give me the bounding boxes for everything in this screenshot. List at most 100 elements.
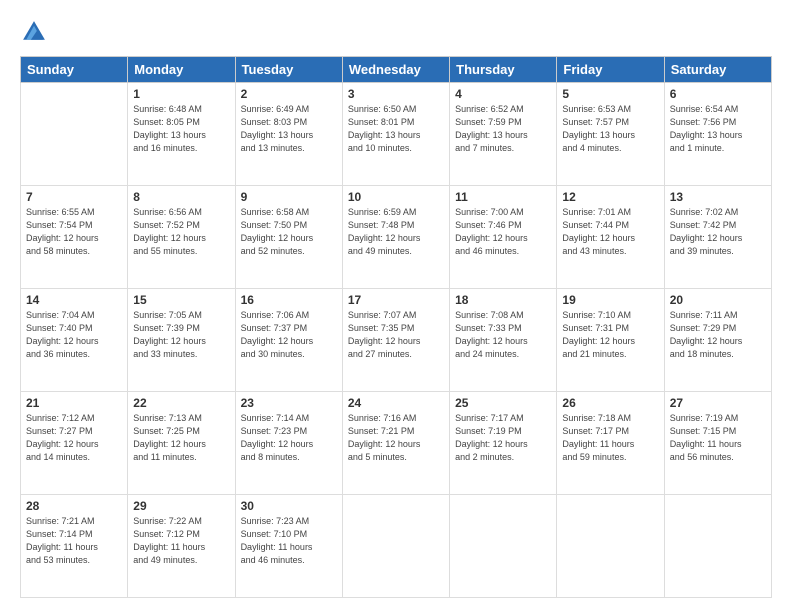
- calendar-cell: 9 Sunrise: 6:58 AM Sunset: 7:50 PM Daylig…: [235, 186, 342, 289]
- day-info: Sunrise: 6:49 AM Sunset: 8:03 PM Dayligh…: [241, 103, 337, 155]
- day-info: Sunrise: 7:06 AM Sunset: 7:37 PM Dayligh…: [241, 309, 337, 361]
- weekday-header-thursday: Thursday: [450, 57, 557, 83]
- day-number: 30: [241, 499, 337, 513]
- weekday-header-monday: Monday: [128, 57, 235, 83]
- day-info: Sunrise: 6:58 AM Sunset: 7:50 PM Dayligh…: [241, 206, 337, 258]
- day-info: Sunrise: 7:02 AM Sunset: 7:42 PM Dayligh…: [670, 206, 766, 258]
- calendar-cell: 2 Sunrise: 6:49 AM Sunset: 8:03 PM Daylig…: [235, 83, 342, 186]
- day-number: 16: [241, 293, 337, 307]
- calendar-cell: 24 Sunrise: 7:16 AM Sunset: 7:21 PM Dayli…: [342, 392, 449, 495]
- weekday-header-tuesday: Tuesday: [235, 57, 342, 83]
- calendar-cell: 27 Sunrise: 7:19 AM Sunset: 7:15 PM Dayli…: [664, 392, 771, 495]
- day-number: 20: [670, 293, 766, 307]
- calendar-cell: 8Sunrise: 6:56 AM Sunset: 7:52 PM Daylig…: [128, 186, 235, 289]
- day-number: 23: [241, 396, 337, 410]
- week-row-5: 28 Sunrise: 7:21 AM Sunset: 7:14 PM Dayli…: [21, 495, 772, 598]
- day-info: Sunrise: 7:17 AM Sunset: 7:19 PM Dayligh…: [455, 412, 551, 464]
- day-number: 4: [455, 87, 551, 101]
- calendar-cell: 14Sunrise: 7:04 AM Sunset: 7:40 PM Dayli…: [21, 289, 128, 392]
- calendar-cell: 15 Sunrise: 7:05 AM Sunset: 7:39 PM Dayli…: [128, 289, 235, 392]
- day-number: 1: [133, 87, 229, 101]
- day-info: Sunrise: 7:11 AM Sunset: 7:29 PM Dayligh…: [670, 309, 766, 361]
- calendar-cell: 3 Sunrise: 6:50 AM Sunset: 8:01 PM Daylig…: [342, 83, 449, 186]
- day-info: Sunrise: 6:53 AM Sunset: 7:57 PM Dayligh…: [562, 103, 658, 155]
- day-info: Sunrise: 6:55 AM Sunset: 7:54 PM Dayligh…: [26, 206, 122, 258]
- calendar-cell: 28 Sunrise: 7:21 AM Sunset: 7:14 PM Dayli…: [21, 495, 128, 598]
- page: SundayMondayTuesdayWednesdayThursdayFrid…: [0, 0, 792, 612]
- day-info: Sunrise: 7:19 AM Sunset: 7:15 PM Dayligh…: [670, 412, 766, 464]
- logo: [20, 18, 52, 46]
- day-number: 10: [348, 190, 444, 204]
- day-info: Sunrise: 6:50 AM Sunset: 8:01 PM Dayligh…: [348, 103, 444, 155]
- day-info: Sunrise: 7:08 AM Sunset: 7:33 PM Dayligh…: [455, 309, 551, 361]
- calendar-cell: 25 Sunrise: 7:17 AM Sunset: 7:19 PM Dayli…: [450, 392, 557, 495]
- day-info: Sunrise: 7:04 AM Sunset: 7:40 PM Dayligh…: [26, 309, 122, 361]
- calendar-cell: 26 Sunrise: 7:18 AM Sunset: 7:17 PM Dayli…: [557, 392, 664, 495]
- day-info: Sunrise: 6:54 AM Sunset: 7:56 PM Dayligh…: [670, 103, 766, 155]
- calendar-cell: 13 Sunrise: 7:02 AM Sunset: 7:42 PM Dayli…: [664, 186, 771, 289]
- day-number: 13: [670, 190, 766, 204]
- calendar-cell: 18Sunrise: 7:08 AM Sunset: 7:33 PM Dayli…: [450, 289, 557, 392]
- weekday-header-wednesday: Wednesday: [342, 57, 449, 83]
- day-number: 3: [348, 87, 444, 101]
- week-row-2: 7 Sunrise: 6:55 AM Sunset: 7:54 PM Daylig…: [21, 186, 772, 289]
- calendar-cell: [450, 495, 557, 598]
- day-number: 2: [241, 87, 337, 101]
- day-info: Sunrise: 7:13 AM Sunset: 7:25 PM Dayligh…: [133, 412, 229, 464]
- day-number: 28: [26, 499, 122, 513]
- day-number: 29: [133, 499, 229, 513]
- day-number: 8: [133, 190, 229, 204]
- day-info: Sunrise: 7:05 AM Sunset: 7:39 PM Dayligh…: [133, 309, 229, 361]
- calendar-cell: [21, 83, 128, 186]
- calendar-cell: 19 Sunrise: 7:10 AM Sunset: 7:31 PM Dayli…: [557, 289, 664, 392]
- day-number: 24: [348, 396, 444, 410]
- week-row-3: 14Sunrise: 7:04 AM Sunset: 7:40 PM Dayli…: [21, 289, 772, 392]
- calendar-cell: 22Sunrise: 7:13 AM Sunset: 7:25 PM Dayli…: [128, 392, 235, 495]
- day-info: Sunrise: 7:10 AM Sunset: 7:31 PM Dayligh…: [562, 309, 658, 361]
- day-number: 6: [670, 87, 766, 101]
- day-number: 9: [241, 190, 337, 204]
- day-number: 26: [562, 396, 658, 410]
- calendar-cell: [342, 495, 449, 598]
- day-number: 19: [562, 293, 658, 307]
- day-info: Sunrise: 7:07 AM Sunset: 7:35 PM Dayligh…: [348, 309, 444, 361]
- day-number: 7: [26, 190, 122, 204]
- calendar-cell: [557, 495, 664, 598]
- calendar-cell: 16 Sunrise: 7:06 AM Sunset: 7:37 PM Dayli…: [235, 289, 342, 392]
- weekday-header-sunday: Sunday: [21, 57, 128, 83]
- day-number: 17: [348, 293, 444, 307]
- calendar-table: SundayMondayTuesdayWednesdayThursdayFrid…: [20, 56, 772, 598]
- calendar-cell: 12 Sunrise: 7:01 AM Sunset: 7:44 PM Dayli…: [557, 186, 664, 289]
- week-row-4: 21 Sunrise: 7:12 AM Sunset: 7:27 PM Dayli…: [21, 392, 772, 495]
- calendar-cell: 5Sunrise: 6:53 AM Sunset: 7:57 PM Daylig…: [557, 83, 664, 186]
- day-info: Sunrise: 7:01 AM Sunset: 7:44 PM Dayligh…: [562, 206, 658, 258]
- calendar-cell: 23 Sunrise: 7:14 AM Sunset: 7:23 PM Dayli…: [235, 392, 342, 495]
- day-info: Sunrise: 7:12 AM Sunset: 7:27 PM Dayligh…: [26, 412, 122, 464]
- calendar-cell: 10 Sunrise: 6:59 AM Sunset: 7:48 PM Dayli…: [342, 186, 449, 289]
- day-info: Sunrise: 7:18 AM Sunset: 7:17 PM Dayligh…: [562, 412, 658, 464]
- calendar-cell: 4Sunrise: 6:52 AM Sunset: 7:59 PM Daylig…: [450, 83, 557, 186]
- day-number: 11: [455, 190, 551, 204]
- day-number: 12: [562, 190, 658, 204]
- calendar-cell: 11Sunrise: 7:00 AM Sunset: 7:46 PM Dayli…: [450, 186, 557, 289]
- day-number: 15: [133, 293, 229, 307]
- logo-icon: [20, 18, 48, 46]
- week-row-1: 1Sunrise: 6:48 AM Sunset: 8:05 PM Daylig…: [21, 83, 772, 186]
- calendar-cell: [664, 495, 771, 598]
- weekday-header-friday: Friday: [557, 57, 664, 83]
- day-number: 27: [670, 396, 766, 410]
- day-number: 21: [26, 396, 122, 410]
- calendar-cell: 6 Sunrise: 6:54 AM Sunset: 7:56 PM Daylig…: [664, 83, 771, 186]
- day-info: Sunrise: 7:23 AM Sunset: 7:10 PM Dayligh…: [241, 515, 337, 567]
- calendar-cell: 7 Sunrise: 6:55 AM Sunset: 7:54 PM Daylig…: [21, 186, 128, 289]
- calendar-cell: 1Sunrise: 6:48 AM Sunset: 8:05 PM Daylig…: [128, 83, 235, 186]
- day-number: 25: [455, 396, 551, 410]
- day-info: Sunrise: 7:16 AM Sunset: 7:21 PM Dayligh…: [348, 412, 444, 464]
- day-info: Sunrise: 6:59 AM Sunset: 7:48 PM Dayligh…: [348, 206, 444, 258]
- weekday-header-row: SundayMondayTuesdayWednesdayThursdayFrid…: [21, 57, 772, 83]
- header: [20, 18, 772, 46]
- day-info: Sunrise: 7:14 AM Sunset: 7:23 PM Dayligh…: [241, 412, 337, 464]
- calendar-cell: 17 Sunrise: 7:07 AM Sunset: 7:35 PM Dayli…: [342, 289, 449, 392]
- calendar-cell: 20 Sunrise: 7:11 AM Sunset: 7:29 PM Dayli…: [664, 289, 771, 392]
- day-info: Sunrise: 7:21 AM Sunset: 7:14 PM Dayligh…: [26, 515, 122, 567]
